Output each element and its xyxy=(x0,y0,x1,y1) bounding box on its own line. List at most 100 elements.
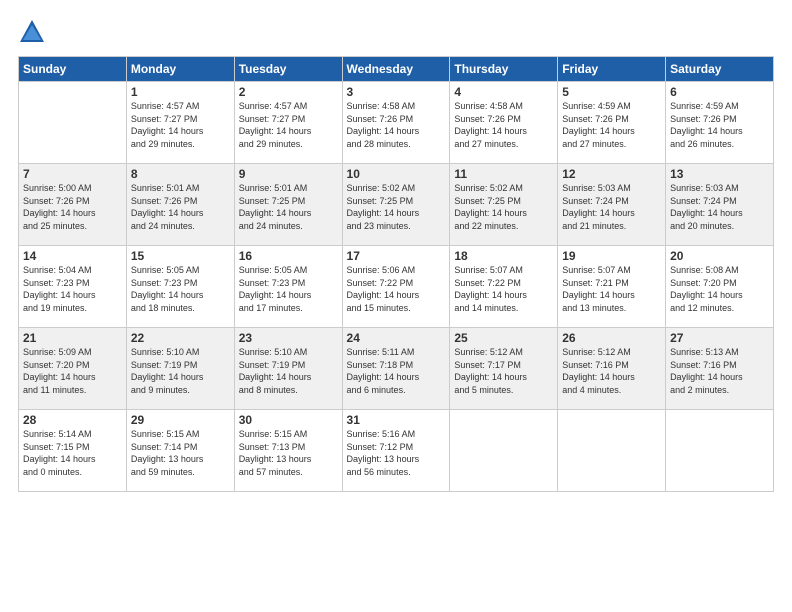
day-number: 12 xyxy=(562,167,661,181)
calendar-cell: 11Sunrise: 5:02 AM Sunset: 7:25 PM Dayli… xyxy=(450,164,558,246)
day-info: Sunrise: 4:58 AM Sunset: 7:26 PM Dayligh… xyxy=(454,100,553,150)
day-info: Sunrise: 5:00 AM Sunset: 7:26 PM Dayligh… xyxy=(23,182,122,232)
day-number: 31 xyxy=(347,413,446,427)
day-number: 26 xyxy=(562,331,661,345)
calendar-header-row: SundayMondayTuesdayWednesdayThursdayFrid… xyxy=(19,57,774,82)
calendar-cell: 14Sunrise: 5:04 AM Sunset: 7:23 PM Dayli… xyxy=(19,246,127,328)
calendar-cell: 16Sunrise: 5:05 AM Sunset: 7:23 PM Dayli… xyxy=(234,246,342,328)
day-info: Sunrise: 5:03 AM Sunset: 7:24 PM Dayligh… xyxy=(670,182,769,232)
calendar-week-row: 1Sunrise: 4:57 AM Sunset: 7:27 PM Daylig… xyxy=(19,82,774,164)
logo-icon xyxy=(18,18,46,46)
calendar-header-thursday: Thursday xyxy=(450,57,558,82)
day-number: 14 xyxy=(23,249,122,263)
calendar-cell xyxy=(19,82,127,164)
calendar-cell: 29Sunrise: 5:15 AM Sunset: 7:14 PM Dayli… xyxy=(126,410,234,492)
calendar-cell: 12Sunrise: 5:03 AM Sunset: 7:24 PM Dayli… xyxy=(558,164,666,246)
day-number: 13 xyxy=(670,167,769,181)
day-number: 11 xyxy=(454,167,553,181)
calendar-cell: 21Sunrise: 5:09 AM Sunset: 7:20 PM Dayli… xyxy=(19,328,127,410)
day-info: Sunrise: 4:59 AM Sunset: 7:26 PM Dayligh… xyxy=(670,100,769,150)
day-info: Sunrise: 5:04 AM Sunset: 7:23 PM Dayligh… xyxy=(23,264,122,314)
calendar-cell: 15Sunrise: 5:05 AM Sunset: 7:23 PM Dayli… xyxy=(126,246,234,328)
calendar-cell: 22Sunrise: 5:10 AM Sunset: 7:19 PM Dayli… xyxy=(126,328,234,410)
calendar-header-wednesday: Wednesday xyxy=(342,57,450,82)
day-number: 10 xyxy=(347,167,446,181)
calendar-header-monday: Monday xyxy=(126,57,234,82)
calendar-cell: 27Sunrise: 5:13 AM Sunset: 7:16 PM Dayli… xyxy=(666,328,774,410)
day-info: Sunrise: 5:02 AM Sunset: 7:25 PM Dayligh… xyxy=(454,182,553,232)
calendar-cell: 13Sunrise: 5:03 AM Sunset: 7:24 PM Dayli… xyxy=(666,164,774,246)
day-info: Sunrise: 5:15 AM Sunset: 7:13 PM Dayligh… xyxy=(239,428,338,478)
day-number: 18 xyxy=(454,249,553,263)
day-info: Sunrise: 5:10 AM Sunset: 7:19 PM Dayligh… xyxy=(239,346,338,396)
day-number: 25 xyxy=(454,331,553,345)
calendar-cell: 31Sunrise: 5:16 AM Sunset: 7:12 PM Dayli… xyxy=(342,410,450,492)
day-number: 4 xyxy=(454,85,553,99)
day-number: 1 xyxy=(131,85,230,99)
calendar-cell xyxy=(558,410,666,492)
calendar-header-sunday: Sunday xyxy=(19,57,127,82)
day-number: 6 xyxy=(670,85,769,99)
day-number: 24 xyxy=(347,331,446,345)
day-info: Sunrise: 5:15 AM Sunset: 7:14 PM Dayligh… xyxy=(131,428,230,478)
day-info: Sunrise: 5:11 AM Sunset: 7:18 PM Dayligh… xyxy=(347,346,446,396)
calendar-cell: 1Sunrise: 4:57 AM Sunset: 7:27 PM Daylig… xyxy=(126,82,234,164)
day-info: Sunrise: 5:01 AM Sunset: 7:26 PM Dayligh… xyxy=(131,182,230,232)
day-number: 8 xyxy=(131,167,230,181)
calendar-cell: 3Sunrise: 4:58 AM Sunset: 7:26 PM Daylig… xyxy=(342,82,450,164)
day-info: Sunrise: 4:57 AM Sunset: 7:27 PM Dayligh… xyxy=(239,100,338,150)
calendar-cell: 18Sunrise: 5:07 AM Sunset: 7:22 PM Dayli… xyxy=(450,246,558,328)
calendar-cell: 24Sunrise: 5:11 AM Sunset: 7:18 PM Dayli… xyxy=(342,328,450,410)
calendar-cell xyxy=(666,410,774,492)
calendar-cell: 7Sunrise: 5:00 AM Sunset: 7:26 PM Daylig… xyxy=(19,164,127,246)
day-info: Sunrise: 5:07 AM Sunset: 7:22 PM Dayligh… xyxy=(454,264,553,314)
day-info: Sunrise: 4:59 AM Sunset: 7:26 PM Dayligh… xyxy=(562,100,661,150)
day-info: Sunrise: 5:03 AM Sunset: 7:24 PM Dayligh… xyxy=(562,182,661,232)
calendar: SundayMondayTuesdayWednesdayThursdayFrid… xyxy=(18,56,774,492)
day-info: Sunrise: 4:57 AM Sunset: 7:27 PM Dayligh… xyxy=(131,100,230,150)
day-number: 7 xyxy=(23,167,122,181)
day-number: 27 xyxy=(670,331,769,345)
calendar-cell: 2Sunrise: 4:57 AM Sunset: 7:27 PM Daylig… xyxy=(234,82,342,164)
calendar-header-tuesday: Tuesday xyxy=(234,57,342,82)
day-info: Sunrise: 5:07 AM Sunset: 7:21 PM Dayligh… xyxy=(562,264,661,314)
calendar-header-saturday: Saturday xyxy=(666,57,774,82)
day-info: Sunrise: 5:12 AM Sunset: 7:17 PM Dayligh… xyxy=(454,346,553,396)
day-info: Sunrise: 5:02 AM Sunset: 7:25 PM Dayligh… xyxy=(347,182,446,232)
day-number: 22 xyxy=(131,331,230,345)
day-number: 3 xyxy=(347,85,446,99)
day-info: Sunrise: 5:12 AM Sunset: 7:16 PM Dayligh… xyxy=(562,346,661,396)
page: SundayMondayTuesdayWednesdayThursdayFrid… xyxy=(0,0,792,612)
calendar-cell: 20Sunrise: 5:08 AM Sunset: 7:20 PM Dayli… xyxy=(666,246,774,328)
day-number: 16 xyxy=(239,249,338,263)
calendar-week-row: 21Sunrise: 5:09 AM Sunset: 7:20 PM Dayli… xyxy=(19,328,774,410)
day-info: Sunrise: 5:10 AM Sunset: 7:19 PM Dayligh… xyxy=(131,346,230,396)
calendar-cell: 28Sunrise: 5:14 AM Sunset: 7:15 PM Dayli… xyxy=(19,410,127,492)
calendar-cell: 9Sunrise: 5:01 AM Sunset: 7:25 PM Daylig… xyxy=(234,164,342,246)
calendar-cell: 17Sunrise: 5:06 AM Sunset: 7:22 PM Dayli… xyxy=(342,246,450,328)
day-info: Sunrise: 5:08 AM Sunset: 7:20 PM Dayligh… xyxy=(670,264,769,314)
calendar-cell: 8Sunrise: 5:01 AM Sunset: 7:26 PM Daylig… xyxy=(126,164,234,246)
calendar-week-row: 28Sunrise: 5:14 AM Sunset: 7:15 PM Dayli… xyxy=(19,410,774,492)
day-number: 9 xyxy=(239,167,338,181)
day-info: Sunrise: 5:14 AM Sunset: 7:15 PM Dayligh… xyxy=(23,428,122,478)
day-number: 30 xyxy=(239,413,338,427)
day-info: Sunrise: 4:58 AM Sunset: 7:26 PM Dayligh… xyxy=(347,100,446,150)
calendar-header-friday: Friday xyxy=(558,57,666,82)
logo xyxy=(18,18,50,46)
calendar-cell: 6Sunrise: 4:59 AM Sunset: 7:26 PM Daylig… xyxy=(666,82,774,164)
calendar-cell: 10Sunrise: 5:02 AM Sunset: 7:25 PM Dayli… xyxy=(342,164,450,246)
calendar-week-row: 7Sunrise: 5:00 AM Sunset: 7:26 PM Daylig… xyxy=(19,164,774,246)
calendar-cell: 5Sunrise: 4:59 AM Sunset: 7:26 PM Daylig… xyxy=(558,82,666,164)
calendar-cell: 25Sunrise: 5:12 AM Sunset: 7:17 PM Dayli… xyxy=(450,328,558,410)
day-info: Sunrise: 5:01 AM Sunset: 7:25 PM Dayligh… xyxy=(239,182,338,232)
day-number: 23 xyxy=(239,331,338,345)
day-info: Sunrise: 5:06 AM Sunset: 7:22 PM Dayligh… xyxy=(347,264,446,314)
calendar-cell: 19Sunrise: 5:07 AM Sunset: 7:21 PM Dayli… xyxy=(558,246,666,328)
calendar-cell: 26Sunrise: 5:12 AM Sunset: 7:16 PM Dayli… xyxy=(558,328,666,410)
day-number: 17 xyxy=(347,249,446,263)
day-info: Sunrise: 5:05 AM Sunset: 7:23 PM Dayligh… xyxy=(239,264,338,314)
day-number: 29 xyxy=(131,413,230,427)
day-info: Sunrise: 5:05 AM Sunset: 7:23 PM Dayligh… xyxy=(131,264,230,314)
calendar-cell: 4Sunrise: 4:58 AM Sunset: 7:26 PM Daylig… xyxy=(450,82,558,164)
